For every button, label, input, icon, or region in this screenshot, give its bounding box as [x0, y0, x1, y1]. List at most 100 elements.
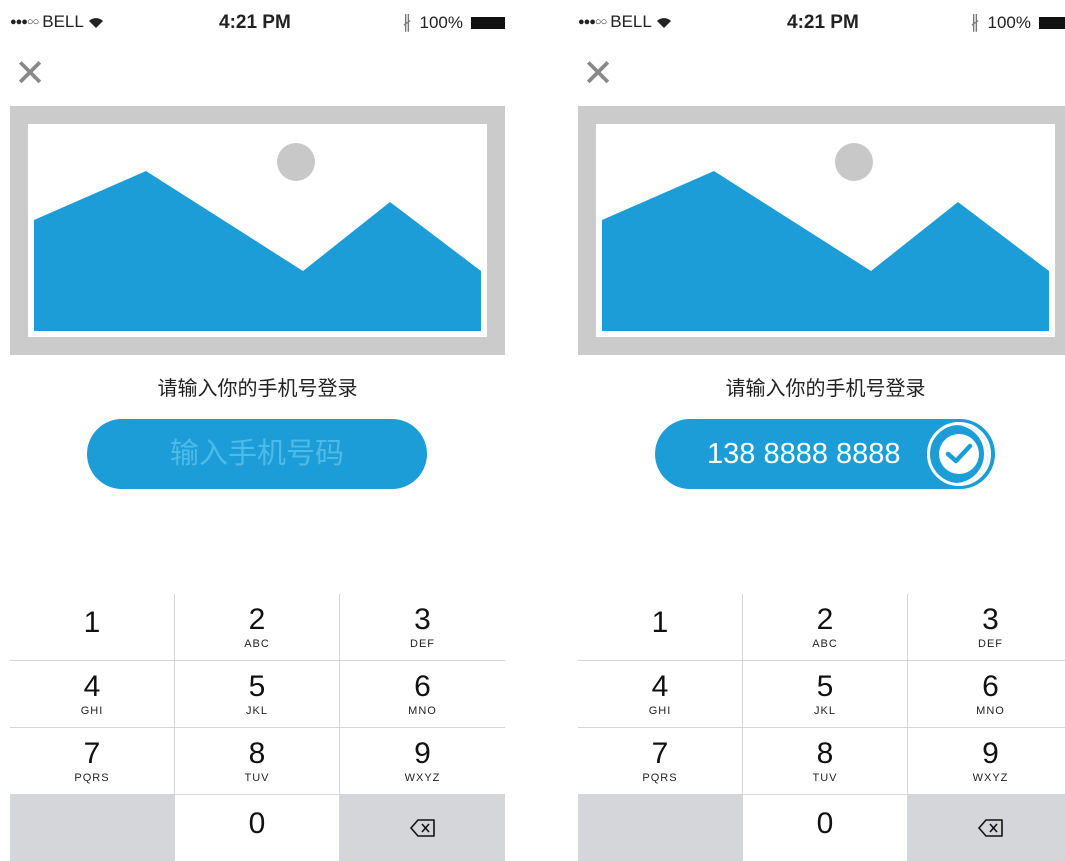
backspace-icon	[409, 819, 435, 837]
status-right: ∦ 100%	[971, 12, 1065, 33]
bluetooth-icon: ∦	[402, 12, 412, 32]
key-3[interactable]: 3 DEF	[908, 594, 1065, 661]
login-prompt: 请输入你的手机号登录	[157, 378, 358, 400]
login-screen-empty: ●●●○○ BELL 4:21 PM ∦ 100% ✕ 请输入你的手机号登录 输…	[10, 0, 505, 861]
key-digit: 3	[414, 602, 431, 636]
key-7[interactable]: 7 PQRS	[578, 728, 743, 795]
key-digit: 8	[248, 736, 266, 770]
numeric-keypad: 1 2 ABC 3 DEF 4 GHI 5 JKL 6 MNO 7 PQRS 8 TUV 9W…	[578, 594, 1065, 861]
placeholder-image	[10, 106, 505, 355]
key-letters: DEF	[410, 637, 435, 650]
status-time: 4:21 PM	[787, 12, 859, 33]
placeholder-image	[578, 106, 1065, 355]
key-letters: TUV	[812, 771, 838, 784]
key-digit: 2	[248, 602, 266, 636]
key-letters: GHI	[80, 704, 104, 717]
phone-input-placeholder: 输入手机号码	[169, 438, 344, 470]
key-digit: 1	[83, 606, 101, 639]
carrier-group: ●●●○○ BELL	[10, 12, 104, 32]
carrier-group: ●●●○○ BELL	[578, 12, 672, 32]
key-digit: 0	[248, 807, 266, 840]
key-1[interactable]: 1	[578, 594, 743, 661]
key-3[interactable]: 3 DEF	[340, 594, 505, 661]
battery-percent: 100%	[419, 12, 463, 32]
landscape-image-icon	[28, 124, 487, 337]
phone-input-value: 138 8888 8888	[707, 438, 901, 470]
wifi-icon	[656, 17, 671, 28]
close-icon[interactable]: ✕	[12, 55, 48, 93]
battery-icon	[471, 16, 505, 29]
key-digit: 8	[816, 736, 834, 770]
key-0[interactable]: 0	[175, 795, 340, 861]
key-letters: JKL	[246, 704, 268, 717]
status-right: ∦ 100%	[403, 12, 505, 33]
key-7[interactable]: 7 PQRS	[10, 728, 175, 795]
login-screen-filled: ●●●○○ BELL 4:21 PM ∦ 100% ✕ 请输入你的手机号登录 1…	[578, 0, 1065, 861]
key-letters: ABC	[812, 637, 838, 650]
landscape-image-icon	[596, 124, 1055, 337]
key-5[interactable]: 5 JKL	[743, 661, 908, 728]
key-digit: 3	[982, 602, 999, 636]
phone-number-input[interactable]: 138 8888 8888	[655, 419, 995, 489]
confirm-button[interactable]	[927, 422, 991, 486]
carrier-name: BELL	[610, 12, 652, 31]
key-letters: PQRS	[74, 771, 110, 784]
key-digit: 5	[248, 669, 266, 703]
key-4[interactable]: 4 GHI	[578, 661, 743, 728]
key-9[interactable]: 9 WXYZ	[908, 728, 1065, 795]
key-8[interactable]: 8 TUV	[743, 728, 908, 795]
key-1[interactable]: 1	[10, 594, 175, 661]
key-letters: GHI	[648, 704, 672, 717]
key-digit: 6	[414, 669, 431, 703]
backspace-key[interactable]	[340, 795, 505, 861]
signal-strength-icon: ●●●○○	[10, 16, 39, 28]
backspace-icon	[977, 819, 1003, 837]
battery-percent: 100%	[987, 12, 1031, 32]
key-letters: WXYZ	[972, 771, 1009, 784]
key-digit: 6	[982, 669, 999, 703]
checkmark-icon	[939, 434, 979, 474]
status-bar: ●●●○○ BELL 4:21 PM ∦ 100%	[10, 8, 505, 38]
key-6[interactable]: 6 MNO	[908, 661, 1065, 728]
battery-icon	[1039, 16, 1065, 29]
key-2[interactable]: 2 ABC	[175, 594, 340, 661]
carrier-name: BELL	[42, 12, 84, 31]
key-digit: 2	[816, 602, 834, 636]
key-5[interactable]: 5 JKL	[175, 661, 340, 728]
key-digit: 1	[651, 606, 669, 639]
key-0[interactable]: 0	[743, 795, 908, 861]
key-letters: ABC	[244, 637, 270, 650]
key-letters: MNO	[976, 704, 1005, 717]
key-4[interactable]: 4 GHI	[10, 661, 175, 728]
status-time: 4:21 PM	[219, 12, 291, 33]
key-blank	[578, 795, 743, 861]
key-letters: TUV	[244, 771, 270, 784]
key-9[interactable]: 9 WXYZ	[340, 728, 505, 795]
key-letters: JKL	[814, 704, 836, 717]
key-digit: 5	[816, 669, 834, 703]
key-digit: 7	[83, 736, 101, 770]
signal-strength-icon: ●●●○○	[578, 16, 607, 28]
key-digit: 4	[651, 669, 669, 703]
key-digit: 9	[414, 736, 431, 770]
login-prompt: 请输入你的手机号登录	[725, 378, 926, 400]
key-2[interactable]: 2 ABC	[743, 594, 908, 661]
bluetooth-icon: ∦	[970, 12, 980, 32]
key-letters: WXYZ	[404, 771, 441, 784]
key-letters: PQRS	[642, 771, 678, 784]
key-digit: 9	[982, 736, 999, 770]
numeric-keypad: 1 2 ABC 3 DEF 4 GHI 5 JKL 6 MNO 7 PQRS 8 TUV 9W…	[10, 594, 505, 861]
key-6[interactable]: 6 MNO	[340, 661, 505, 728]
key-8[interactable]: 8 TUV	[175, 728, 340, 795]
phone-number-input[interactable]: 输入手机号码	[87, 419, 427, 489]
wifi-icon	[88, 17, 103, 28]
key-digit: 4	[83, 669, 101, 703]
key-letters: DEF	[978, 637, 1003, 650]
backspace-key[interactable]	[908, 795, 1065, 861]
key-digit: 7	[651, 736, 669, 770]
key-digit: 0	[816, 807, 834, 840]
close-icon[interactable]: ✕	[580, 55, 616, 93]
key-letters: MNO	[408, 704, 437, 717]
status-bar: ●●●○○ BELL 4:21 PM ∦ 100%	[578, 8, 1065, 38]
key-blank	[10, 795, 175, 861]
